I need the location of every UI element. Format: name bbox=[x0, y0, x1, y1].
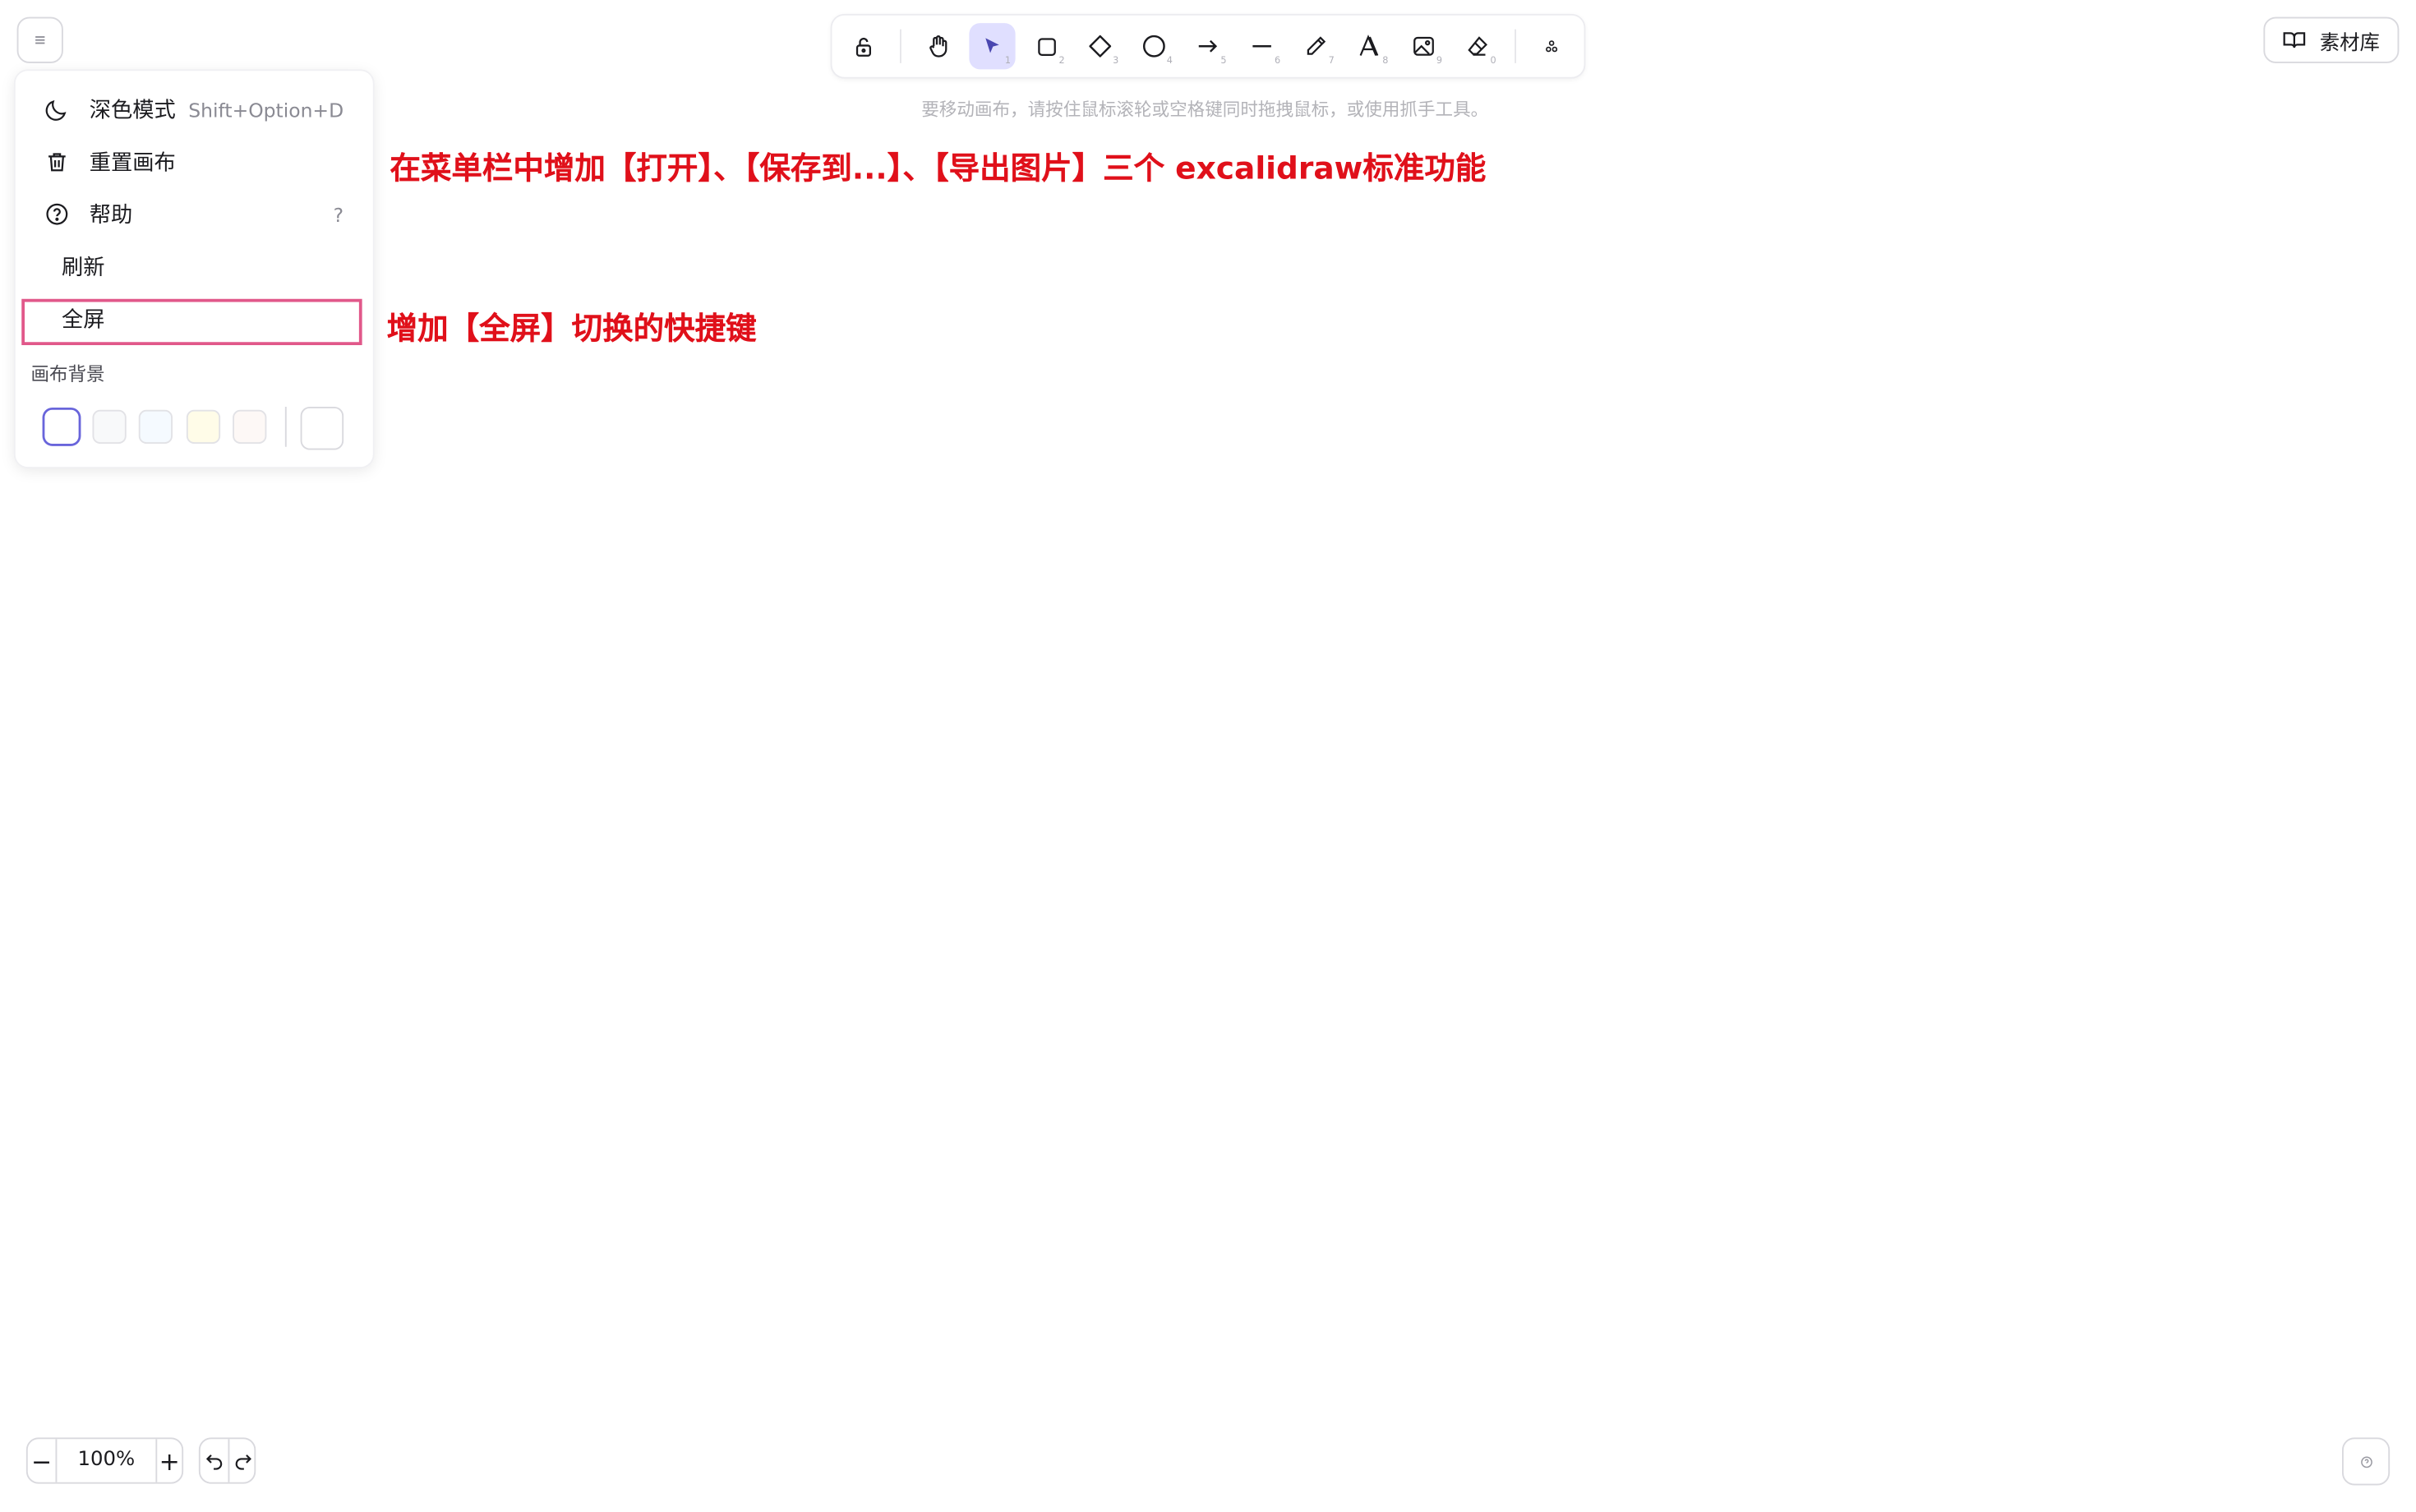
tool-text[interactable]: 8 bbox=[1347, 23, 1393, 69]
pointer-icon bbox=[981, 35, 1003, 57]
text-icon bbox=[1358, 34, 1382, 58]
undo-button[interactable] bbox=[201, 1439, 228, 1482]
custom-background-color[interactable] bbox=[300, 407, 344, 450]
help-circle-icon bbox=[44, 202, 69, 227]
shapes-more-icon bbox=[1544, 39, 1560, 54]
tool-more[interactable] bbox=[1528, 23, 1575, 69]
tool-key: 3 bbox=[1113, 55, 1119, 67]
tool-key: 5 bbox=[1220, 55, 1227, 67]
redo-button[interactable] bbox=[228, 1439, 256, 1482]
tool-diamond[interactable]: 3 bbox=[1077, 23, 1123, 69]
tool-key: 6 bbox=[1274, 55, 1281, 67]
hamburger-icon bbox=[34, 34, 46, 46]
menu-item-label: 重置画布 bbox=[89, 150, 176, 176]
ellipse-icon bbox=[1141, 34, 1166, 58]
main-menu-dropdown: 深色模式 Shift+Option+D 重置画布 帮助 ? 刷新 全屏 画布背景 bbox=[15, 71, 373, 468]
plus-icon: + bbox=[159, 1445, 180, 1476]
arrow-right-icon bbox=[1196, 34, 1220, 58]
toolbar-divider bbox=[1515, 29, 1516, 63]
canvas-background-swatch[interactable] bbox=[44, 409, 79, 444]
pencil-icon bbox=[1303, 34, 1328, 58]
tool-selection[interactable]: 1 bbox=[969, 23, 1016, 70]
canvas-background-swatch[interactable] bbox=[233, 409, 267, 444]
menu-item-shortcut: Shift+Option+D bbox=[188, 98, 344, 122]
redo-icon bbox=[232, 1450, 251, 1470]
annotation-menu-features: 在菜单栏中增加【打开】、【保存到...】、【导出图片】三个 excalidraw… bbox=[390, 149, 1487, 187]
help-button[interactable] bbox=[2342, 1437, 2391, 1486]
canvas-background-swatch[interactable] bbox=[186, 409, 221, 444]
zoom-out-button[interactable]: − bbox=[28, 1439, 56, 1482]
tool-arrow[interactable]: 5 bbox=[1185, 23, 1231, 69]
menu-item-label: 刷新 bbox=[62, 256, 105, 281]
tool-key: 9 bbox=[1436, 55, 1442, 67]
zoom-controls: − 100% + bbox=[25, 1437, 184, 1484]
undo-redo-controls bbox=[198, 1437, 256, 1484]
diamond-icon bbox=[1088, 34, 1113, 58]
menu-item-dark-mode[interactable]: 深色模式 Shift+Option+D bbox=[16, 86, 373, 132]
swatch-divider bbox=[284, 407, 287, 447]
tool-image[interactable]: 9 bbox=[1400, 23, 1446, 69]
menu-item-shortcut: ? bbox=[333, 202, 344, 226]
menu-item-label: 深色模式 bbox=[89, 99, 176, 123]
shapes-toolbar: 1 2 3 4 5 6 7 8 9 0 bbox=[832, 15, 1584, 77]
menu-item-reset-canvas[interactable]: 重置画布 bbox=[16, 139, 373, 185]
tool-hand[interactable] bbox=[915, 23, 961, 69]
main-menu-button[interactable] bbox=[16, 16, 63, 63]
book-icon bbox=[2283, 28, 2308, 53]
library-button[interactable]: 素材库 bbox=[2263, 16, 2400, 63]
undo-icon bbox=[204, 1450, 224, 1470]
zoom-in-button[interactable]: + bbox=[155, 1439, 183, 1482]
line-icon bbox=[1250, 34, 1275, 58]
canvas-background-title: 画布背景 bbox=[30, 363, 105, 385]
tool-key: 4 bbox=[1166, 55, 1173, 67]
tool-draw[interactable]: 7 bbox=[1293, 23, 1339, 69]
trash-icon bbox=[44, 150, 69, 174]
tool-rectangle[interactable]: 2 bbox=[1023, 23, 1069, 69]
tool-key: 0 bbox=[1490, 55, 1496, 67]
eraser-icon bbox=[1465, 34, 1490, 58]
zoom-reset-button[interactable]: 100% bbox=[57, 1439, 155, 1482]
tool-ellipse[interactable]: 4 bbox=[1131, 23, 1177, 69]
menu-item-help[interactable]: 帮助 ? bbox=[16, 191, 373, 237]
minus-icon: − bbox=[31, 1445, 53, 1476]
help-circle-icon bbox=[2360, 1455, 2372, 1468]
annotation-fullscreen-shortcut: 增加【全屏】切换的快捷键 bbox=[386, 309, 757, 347]
menu-item-label: 帮助 bbox=[89, 203, 133, 228]
tool-line[interactable]: 6 bbox=[1239, 23, 1285, 69]
tool-key: 7 bbox=[1328, 55, 1335, 67]
fullscreen-highlight-box bbox=[21, 298, 362, 345]
canvas-hint: 要移动画布，请按住鼠标滚轮或空格键同时拖拽鼠标，或使用抓手工具。 bbox=[921, 99, 1489, 121]
tool-key: 1 bbox=[1004, 55, 1011, 67]
tool-eraser[interactable]: 0 bbox=[1455, 23, 1501, 69]
menu-item-refresh[interactable]: 刷新 bbox=[16, 243, 373, 289]
tool-lock[interactable] bbox=[840, 23, 886, 69]
toolbar-divider bbox=[900, 29, 901, 63]
tool-key: 8 bbox=[1382, 55, 1389, 67]
hand-icon bbox=[926, 34, 951, 58]
image-icon bbox=[1412, 34, 1436, 58]
tool-key: 2 bbox=[1058, 55, 1065, 67]
canvas-background-swatch[interactable] bbox=[92, 409, 127, 444]
rectangle-icon bbox=[1035, 35, 1058, 58]
lock-open-icon bbox=[851, 35, 874, 58]
moon-icon bbox=[44, 97, 69, 122]
canvas-background-swatch[interactable] bbox=[138, 409, 173, 444]
library-label: 素材库 bbox=[2319, 31, 2380, 55]
